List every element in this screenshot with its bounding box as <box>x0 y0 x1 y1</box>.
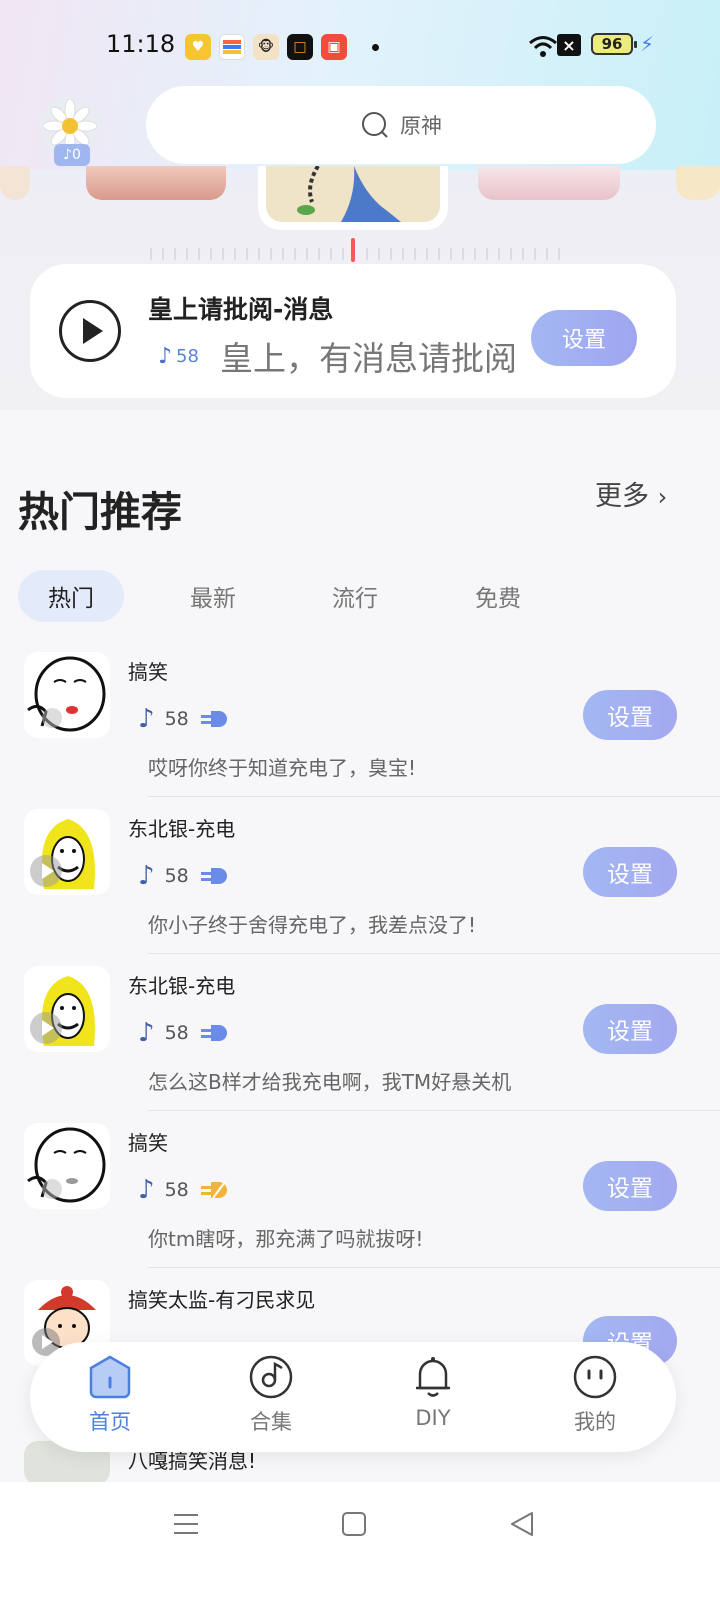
home-square-icon[interactable] <box>340 1510 368 1538</box>
ringtone-description: 怎么这B样才给我充电啊，我TM好悬关机 <box>148 1070 512 1094</box>
wallet-notification-icon <box>219 34 245 60</box>
ringtone-meta: ♪ 58 <box>138 1175 229 1205</box>
shop-notification-icon: ▣ <box>321 34 347 60</box>
system-navigation-bar <box>0 1482 720 1600</box>
now-playing-title: 皇上请批阅-消息 <box>148 295 334 324</box>
tab-hot[interactable]: 热门 <box>18 570 124 622</box>
nav-profile[interactable]: 我的 <box>540 1354 650 1444</box>
ringtone-carousel[interactable] <box>0 166 720 236</box>
playback-ticks <box>150 244 570 262</box>
charging-icon: ⚡ <box>640 32 655 56</box>
ringtone-name: 搞笑 <box>128 660 168 684</box>
nav-label: DIY <box>415 1406 451 1430</box>
taobao-notification-icon: □ <box>287 34 313 60</box>
tab-popular[interactable]: 流行 <box>302 570 408 622</box>
play-count: 58 <box>164 865 189 887</box>
list-item[interactable]: 东北银-充电 ♪ 58 怎么这B样才给我充电啊，我TM好悬关机 设置 <box>0 954 720 1111</box>
carousel-thumb[interactable] <box>478 166 620 200</box>
meme-face-thumbnail <box>24 652 110 738</box>
carousel-thumb[interactable] <box>676 166 720 200</box>
meme-face-thumbnail <box>24 1123 110 1209</box>
ringtone-meta: ♪ 58 <box>138 1018 229 1048</box>
tab-latest[interactable]: 最新 <box>160 570 266 622</box>
menu-icon[interactable] <box>172 1510 200 1538</box>
status-bar: 11:18 ♥ 🐵 □ ▣ × 96 ⚡ <box>0 22 720 68</box>
bottom-navigation: 首页 合集 DIY 我的 <box>30 1342 676 1452</box>
ringtone-name: 搞笑 <box>128 1131 168 1155</box>
ringtone-meta: ♪ 58 <box>138 861 229 891</box>
badge-count: 0 <box>72 147 81 163</box>
play-button[interactable] <box>59 300 121 362</box>
play-count: 58 <box>176 346 199 367</box>
ringtone-name: 东北银-充电 <box>128 817 236 841</box>
play-count: 58 <box>164 708 189 730</box>
set-ringtone-button[interactable]: 设置 <box>583 1161 677 1211</box>
yellow-hair-thumbnail <box>24 809 110 895</box>
charging-plug-icon <box>199 1023 229 1043</box>
more-label: 更多 <box>595 481 649 512</box>
app-notification-icon: ♥ <box>185 34 211 60</box>
ringtone-name: 搞笑太监-有刁民求见 <box>128 1288 316 1312</box>
yellow-hair-thumbnail <box>24 966 110 1052</box>
carousel-thumb-selected[interactable] <box>258 166 448 230</box>
smiley-icon <box>573 1355 617 1399</box>
chevron-right-icon: › <box>657 483 668 511</box>
bell-icon <box>416 1357 450 1397</box>
search-icon <box>362 112 388 138</box>
nav-diy[interactable]: DIY <box>378 1354 488 1444</box>
music-note-icon: ♪ <box>138 861 155 891</box>
list-item[interactable]: 东北银-充电 ♪ 58 你小子终于舍得充电了，我差点没了! 设置 <box>0 797 720 954</box>
nav-label: 首页 <box>89 1410 131 1434</box>
set-ringtone-button[interactable]: 设置 <box>583 690 677 740</box>
music-note-icon: ♪ <box>138 704 155 734</box>
music-note-icon: ♪ <box>63 147 72 163</box>
category-tabs: 热门 最新 流行 免费 <box>18 570 578 622</box>
ringtone-name: 东北银-充电 <box>128 974 236 998</box>
list-item[interactable]: 搞笑 ♪ 58 你tm瞎呀，那充满了吗就拔呀! 设置 <box>0 1111 720 1268</box>
ringtone-description: 你tm瞎呀，那充满了吗就拔呀! <box>148 1227 424 1251</box>
wifi-icon <box>529 36 557 57</box>
playback-position-marker <box>351 238 355 262</box>
ringtone-description: 哎呀你终于知道充电了，臭宝! <box>148 756 417 780</box>
nav-label: 我的 <box>574 1410 616 1434</box>
play-count: 58 <box>164 1179 189 1201</box>
more-link[interactable]: 更多 › <box>595 474 667 513</box>
user-avatar[interactable]: ♪ 0 <box>40 96 100 168</box>
home-icon <box>89 1355 131 1399</box>
back-icon[interactable] <box>508 1510 536 1538</box>
music-disc-icon <box>249 1355 293 1399</box>
battery-icon: 96 <box>591 33 637 55</box>
charging-plug-icon <box>199 866 229 886</box>
ringtone-count-badge: ♪ 0 <box>54 144 90 166</box>
set-ringtone-button[interactable]: 设置 <box>583 1004 677 1054</box>
search-placeholder: 原神 <box>400 114 442 138</box>
game-notification-icon: 🐵 <box>253 34 279 60</box>
now-playing-count: ♪ 58 <box>158 344 199 369</box>
now-playing-subtitle: 皇上，有消息请批阅 <box>220 339 517 378</box>
play-count: 58 <box>164 1022 189 1044</box>
more-notifications-dot <box>372 44 379 51</box>
unplug-icon <box>199 1180 229 1200</box>
carousel-thumb[interactable] <box>0 166 30 200</box>
nav-home[interactable]: 首页 <box>55 1354 165 1444</box>
search-input[interactable]: 原神 <box>146 86 656 164</box>
set-ringtone-button[interactable]: 设置 <box>583 847 677 897</box>
section-title: 热门推荐 <box>18 488 182 536</box>
now-playing-card[interactable]: 皇上请批阅-消息 ♪ 58 皇上，有消息请批阅 设置 <box>30 264 676 398</box>
carousel-thumb[interactable] <box>86 166 226 200</box>
anime-girl-artwork <box>266 166 440 222</box>
list-item[interactable]: 搞笑 ♪ 58 哎呀你终于知道充电了，臭宝! 设置 <box>0 640 720 797</box>
charging-plug-icon <box>199 709 229 729</box>
nav-label: 合集 <box>250 1410 292 1434</box>
music-note-icon: ♪ <box>158 344 173 369</box>
music-note-icon: ♪ <box>138 1018 155 1048</box>
no-sim-icon: × <box>557 34 581 56</box>
status-time: 11:18 <box>106 30 176 58</box>
ringtone-meta: ♪ 58 <box>138 704 229 734</box>
tab-free[interactable]: 免费 <box>445 570 551 622</box>
ringtone-description: 你小子终于舍得充电了，我差点没了! <box>148 913 477 937</box>
now-playing-set-button[interactable]: 设置 <box>531 310 637 366</box>
music-note-icon: ♪ <box>138 1175 155 1205</box>
nav-collection[interactable]: 合集 <box>216 1354 326 1444</box>
